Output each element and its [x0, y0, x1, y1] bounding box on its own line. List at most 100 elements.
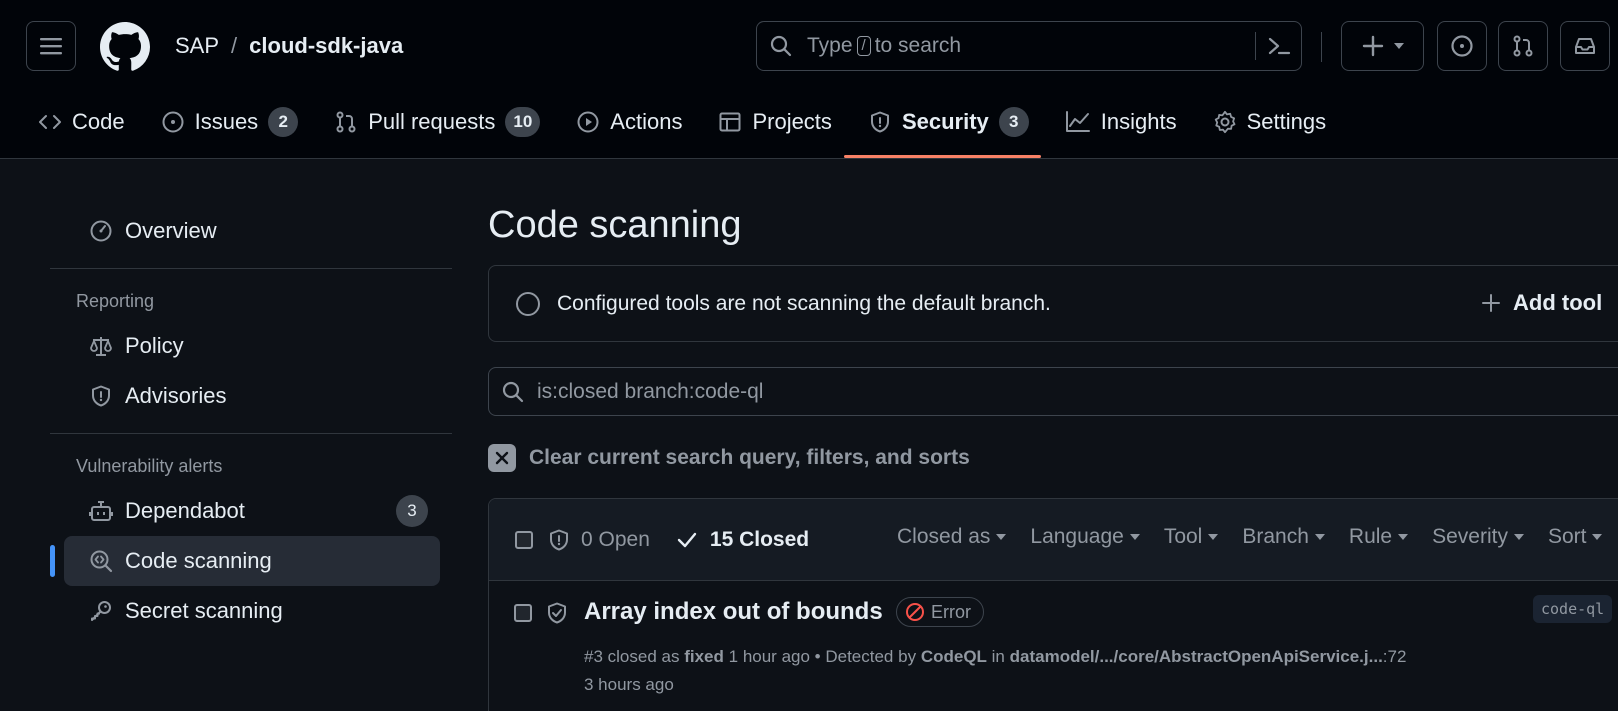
detected-time: 3 hours ago [584, 675, 674, 694]
sidebar-item-label: Code scanning [125, 548, 272, 573]
play-icon [576, 110, 600, 134]
sidebar-heading-vulnerability-alerts: Vulnerability alerts [76, 455, 223, 476]
alerts-filter-input[interactable]: is:closed branch:code-ql [488, 367, 1618, 416]
sidebar-divider [50, 433, 452, 434]
sidebar-item-code-scanning[interactable]: Code scanning [50, 536, 440, 586]
page-title: Code scanning [488, 204, 742, 246]
alert-title-link[interactable]: Array index out of bounds [584, 598, 883, 626]
shield-icon [868, 110, 892, 134]
sidebar-item-label: Advisories [125, 383, 227, 408]
command-palette-button[interactable] [1255, 32, 1291, 60]
tab-label: Actions [610, 109, 683, 134]
key-icon [89, 599, 113, 623]
gear-icon [1213, 110, 1237, 134]
tab-pull-requests[interactable]: Pull requests 10 [334, 100, 541, 144]
breadcrumb-separator: / [231, 33, 238, 58]
banner-text: Configured tools are not scanning the de… [557, 291, 1051, 315]
alert-checkbox[interactable] [514, 604, 532, 622]
search-placeholder-suffix: to search [874, 34, 962, 57]
closed-time: 1 hour ago [728, 647, 810, 666]
sidebar-item-label: Overview [125, 218, 217, 243]
repo-link[interactable]: cloud-sdk-java [249, 33, 403, 59]
tool-status-banner: Configured tools are not scanning the de… [488, 265, 1618, 342]
search-icon [501, 380, 525, 404]
tab-issues[interactable]: Issues 2 [161, 100, 299, 144]
meter-icon [89, 219, 113, 243]
filter-query-text: is:closed branch:code-ql [537, 379, 764, 403]
menu-button[interactable] [26, 21, 76, 71]
owner-link[interactable]: SAP [175, 33, 219, 59]
issues-button[interactable] [1437, 21, 1487, 71]
search-placeholder-prefix: Type [807, 34, 853, 57]
in-text: in [991, 647, 1005, 666]
detected-by-text: • Detected by [814, 647, 917, 666]
tab-projects[interactable]: Projects [718, 100, 832, 144]
table-icon [718, 110, 742, 134]
clear-filters-link[interactable]: Clear current search query, filters, and… [488, 444, 970, 472]
tab-label: Pull requests [368, 109, 496, 134]
pull-requests-counter: 10 [505, 107, 541, 137]
plus-icon [1362, 35, 1384, 57]
shield-check-icon [545, 601, 569, 625]
sidebar-item-policy[interactable]: Policy [64, 321, 440, 371]
add-tool-label: Add tool [1513, 290, 1603, 315]
branch-label[interactable]: code-ql [1533, 595, 1613, 623]
sidebar-item-label: Policy [125, 333, 184, 358]
tab-label: Insights [1100, 109, 1177, 134]
tab-label: Projects [752, 109, 832, 134]
app-header: SAP / cloud-sdk-java Type / to search Co… [0, 0, 1618, 159]
tab-label: Security [901, 109, 989, 134]
header-divider [1321, 32, 1322, 62]
github-logo-icon[interactable] [100, 22, 150, 72]
x-icon [488, 444, 516, 472]
line-number: :72 [1382, 647, 1407, 666]
closed-as-text: closed as [607, 647, 680, 666]
tool-name: CodeQL [920, 647, 987, 666]
closed-as-reason: fixed [684, 647, 724, 666]
tab-insights[interactable]: Insights [1065, 100, 1177, 144]
dependabot-counter: 3 [396, 495, 428, 527]
hamburger-icon [40, 37, 62, 55]
severity-badge: Error [896, 597, 984, 627]
issues-counter: 2 [268, 107, 299, 137]
security-counter: 3 [998, 107, 1029, 137]
repo-nav-tabs: Code Issues 2 Pull requests 10 Actions P… [38, 100, 1362, 158]
tab-actions[interactable]: Actions [576, 100, 682, 144]
search-shortcut-key: / [856, 36, 871, 56]
tab-label: Settings [1246, 109, 1327, 134]
inbox-button[interactable] [1560, 21, 1610, 71]
status-circle-icon [515, 291, 541, 317]
tab-settings[interactable]: Settings [1213, 100, 1327, 144]
sidebar-heading-reporting: Reporting [76, 290, 155, 311]
code-icon [38, 110, 62, 134]
create-new-button[interactable] [1341, 21, 1424, 71]
alert-row: Array index out of bounds Error code-ql … [488, 498, 1618, 711]
sidebar-item-advisories[interactable]: Advisories [64, 371, 440, 421]
stop-icon [905, 602, 925, 622]
search-icon [769, 34, 793, 58]
pull-requests-button[interactable] [1498, 21, 1548, 71]
triangle-down-icon [1393, 43, 1404, 49]
tab-label: Issues [194, 109, 259, 134]
sidebar-item-dependabot[interactable]: Dependabot 3 [64, 486, 440, 536]
global-search-input[interactable]: Type / to search [756, 21, 1302, 71]
codescan-icon [89, 549, 113, 573]
plus-icon [1481, 293, 1501, 313]
dependabot-icon [89, 499, 113, 523]
sidebar-item-overview[interactable]: Overview [64, 206, 440, 256]
sidebar-item-label: Secret scanning [125, 598, 283, 623]
clear-filters-label: Clear current search query, filters, and… [529, 446, 970, 469]
add-tool-button[interactable]: Add tool [1481, 290, 1602, 316]
git-pull-request-icon [1511, 34, 1535, 58]
git-pull-request-icon [334, 110, 358, 134]
issue-opened-icon [161, 110, 185, 134]
law-icon [89, 334, 113, 358]
file-path-link[interactable]: datamodel/.../core/AbstractOpenApiServic… [1010, 647, 1383, 666]
graph-icon [1065, 110, 1091, 134]
sidebar-item-label: Dependabot [125, 498, 245, 523]
tab-security[interactable]: Security 3 [843, 100, 1041, 158]
breadcrumb: SAP / cloud-sdk-java [175, 33, 403, 59]
issue-opened-icon [1450, 34, 1474, 58]
sidebar-item-secret-scanning[interactable]: Secret scanning [64, 586, 440, 636]
tab-code[interactable]: Code [38, 100, 125, 144]
